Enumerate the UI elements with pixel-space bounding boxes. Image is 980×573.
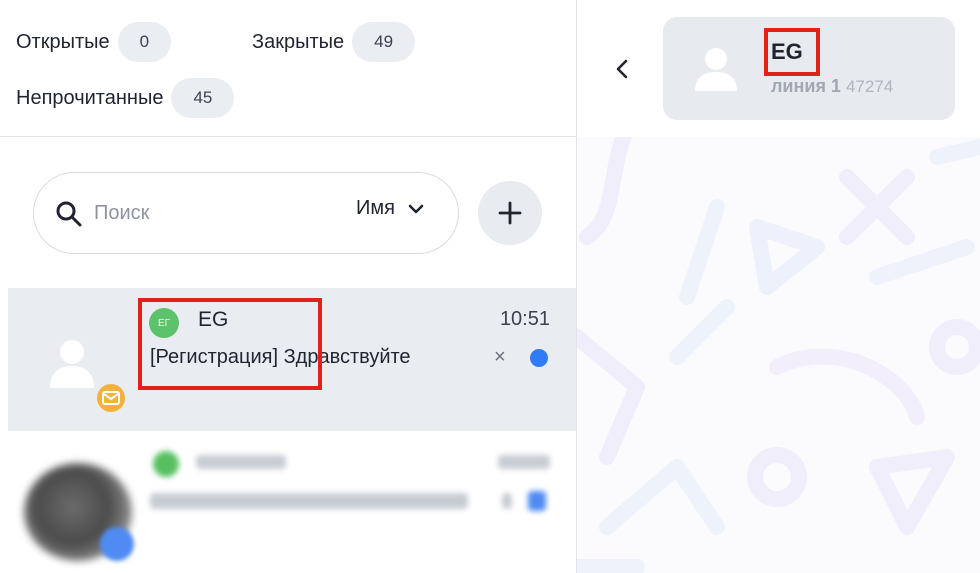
chat-list-panel: Открытые 0 Закрытые 49 Непрочитанные 45 … bbox=[0, 0, 576, 573]
filter-closed-label: Закрытые bbox=[252, 30, 345, 53]
messenger-window: Открытые 0 Закрытые 49 Непрочитанные 45 … bbox=[0, 0, 980, 573]
close-chat-button[interactable]: × bbox=[494, 346, 506, 369]
plus-icon bbox=[498, 201, 522, 225]
filter-open-count: 0 bbox=[117, 22, 172, 62]
filter-closed[interactable]: Закрытые 49 bbox=[252, 22, 416, 62]
chat-list-item-blurred[interactable] bbox=[8, 431, 576, 573]
filter-unread-label: Непрочитанные bbox=[16, 86, 164, 109]
chevron-down-icon bbox=[408, 204, 424, 213]
blurred-name bbox=[196, 455, 286, 469]
filter-open[interactable]: Открытые 0 bbox=[16, 22, 172, 62]
user-avatar-icon bbox=[50, 340, 94, 388]
filter-bar: Открытые 0 Закрытые 49 Непрочитанные 45 bbox=[0, 0, 576, 137]
chat-list-item[interactable]: ЕГ EG 10:51 [Регистрация] Здравствуйте × bbox=[8, 288, 576, 431]
search-box: Имя bbox=[33, 172, 459, 254]
line-label: линия 1 bbox=[771, 76, 841, 96]
mail-icon bbox=[95, 382, 127, 414]
search-icon bbox=[56, 201, 82, 227]
contact-line-info: линия 1 47274 bbox=[771, 76, 893, 97]
chat-background-pattern bbox=[577, 137, 980, 573]
filter-closed-count: 49 bbox=[352, 22, 416, 62]
blurred-channel-icon bbox=[100, 527, 134, 561]
chat-contact-name: EG bbox=[198, 308, 229, 331]
filter-unread-count: 45 bbox=[171, 78, 235, 118]
chat-preview: [Регистрация] Здравствуйте bbox=[150, 346, 411, 368]
conversation-header: EG линия 1 47274 bbox=[577, 0, 980, 137]
add-chat-button[interactable] bbox=[478, 181, 542, 245]
contact-mini-avatar: ЕГ bbox=[149, 308, 179, 338]
contact-name: EG bbox=[771, 39, 803, 64]
blurred-close bbox=[502, 493, 512, 509]
filter-open-label: Открытые bbox=[16, 30, 110, 53]
sort-dropdown[interactable]: Имя bbox=[356, 197, 427, 220]
unread-indicator bbox=[530, 349, 548, 367]
conversation-panel: EG линия 1 47274 bbox=[577, 0, 980, 573]
contact-card[interactable]: EG линия 1 47274 bbox=[663, 17, 955, 120]
user-avatar-icon bbox=[695, 48, 737, 91]
search-input[interactable] bbox=[94, 195, 314, 231]
blurred-mini-avatar bbox=[153, 451, 179, 477]
blurred-preview bbox=[150, 493, 468, 509]
filter-unread[interactable]: Непрочитанные 45 bbox=[16, 78, 235, 118]
line-number: 47274 bbox=[845, 77, 894, 96]
blurred-time bbox=[498, 455, 550, 469]
sort-label: Имя bbox=[356, 197, 395, 219]
blurred-unread bbox=[528, 491, 546, 511]
chevron-left-icon[interactable] bbox=[611, 56, 633, 82]
chat-time: 10:51 bbox=[499, 308, 550, 330]
